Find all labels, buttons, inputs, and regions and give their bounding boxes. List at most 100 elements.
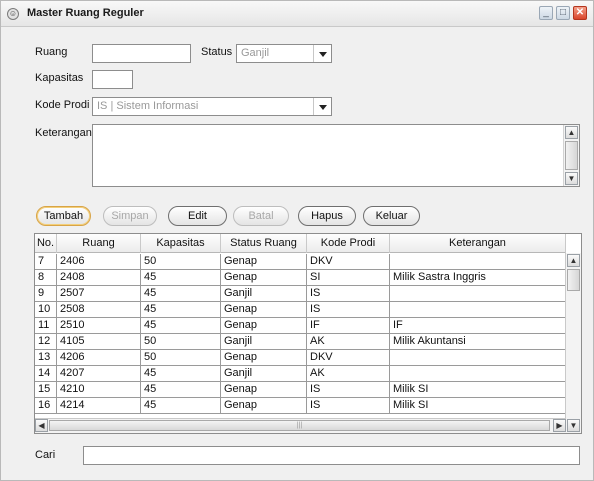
table-row[interactable]: 10 2508 45 Genap IS [35, 302, 566, 318]
table-cell: 15 [35, 382, 57, 398]
table-cell: 2507 [57, 286, 141, 302]
kode-prodi-select[interactable]: IS | Sistem Informasi [92, 97, 332, 116]
table-row[interactable]: 15 4210 45 Genap IS Milik SI [35, 382, 566, 398]
scroll-up-icon[interactable]: ▲ [565, 126, 578, 139]
table-cell: DKV [307, 254, 390, 270]
table-cell: Genap [221, 350, 307, 366]
table-cell: 12 [35, 334, 57, 350]
table-cell: 11 [35, 318, 57, 334]
maximize-icon[interactable]: □ [556, 6, 570, 20]
scroll-thumb[interactable] [567, 269, 580, 291]
table-row[interactable]: 13 4206 50 Genap DKV [35, 350, 566, 366]
table-cell: 45 [141, 398, 221, 414]
cari-label: Cari [35, 449, 56, 461]
table-row[interactable]: 7 2406 50 Genap DKV [35, 254, 566, 270]
keterangan-textarea[interactable]: ▲ ▼ [92, 124, 580, 187]
column-header[interactable]: Ruang [57, 234, 141, 253]
table-cell: 10 [35, 302, 57, 318]
table-cell: 50 [141, 334, 221, 350]
table-cell: Genap [221, 302, 307, 318]
hapus-button[interactable]: Hapus [298, 206, 356, 226]
title-bar: ☺ Master Ruang Reguler _ □ ✕ [1, 1, 593, 27]
scroll-left-icon[interactable]: ◀ [35, 419, 48, 432]
table-cell: Genap [221, 254, 307, 270]
window-title: Master Ruang Reguler [27, 7, 144, 19]
status-select[interactable]: Ganjil [236, 44, 332, 63]
tambah-button[interactable]: Tambah [36, 206, 91, 226]
keterangan-scrollbar[interactable]: ▲ ▼ [563, 125, 579, 186]
edit-button[interactable]: Edit [168, 206, 227, 226]
scroll-thumb[interactable] [565, 141, 578, 170]
table-horizontal-scrollbar[interactable]: ◀ ||| ▶ [35, 418, 566, 433]
table-cell: Genap [221, 270, 307, 286]
kapasitas-input[interactable] [92, 70, 133, 89]
column-header[interactable]: Kapasitas [141, 234, 221, 253]
table-cell: 7 [35, 254, 57, 270]
table-row[interactable]: 9 2507 45 Ganjil IS [35, 286, 566, 302]
table-cell: 50 [141, 350, 221, 366]
table-cell: 45 [141, 318, 221, 334]
table-cell: IF [307, 318, 390, 334]
table-cell: 45 [141, 286, 221, 302]
scroll-down-icon[interactable]: ▼ [567, 419, 580, 432]
status-label: Status [201, 46, 233, 58]
table-cell: Genap [221, 382, 307, 398]
table-row[interactable]: 8 2408 45 Genap SI Milik Sastra Inggris [35, 270, 566, 286]
table-cell: 9 [35, 286, 57, 302]
kapasitas-label: Kapasitas [35, 72, 84, 84]
kode-prodi-select-value: IS | Sistem Informasi [97, 100, 199, 112]
table-row[interactable]: 11 2510 45 Genap IF IF [35, 318, 566, 334]
chevron-down-icon[interactable] [313, 45, 331, 62]
table-vertical-scrollbar[interactable]: ▲ ▼ [565, 253, 581, 433]
keluar-button[interactable]: Keluar [363, 206, 420, 226]
table-cell: 2408 [57, 270, 141, 286]
table-cell: 4206 [57, 350, 141, 366]
table-cell: 16 [35, 398, 57, 414]
table-cell: Genap [221, 318, 307, 334]
table-cell: 13 [35, 350, 57, 366]
scroll-right-icon[interactable]: ▶ [553, 419, 566, 432]
cari-input[interactable] [83, 446, 580, 465]
column-header[interactable]: Keterangan [390, 234, 566, 253]
simpan-button[interactable]: Simpan [103, 206, 157, 226]
app-icon[interactable]: ☺ [7, 8, 19, 20]
table-cell: Milik Akuntansi [390, 334, 566, 350]
scroll-down-icon[interactable]: ▼ [565, 172, 578, 185]
column-header[interactable]: Status Ruang [221, 234, 307, 253]
table-cell: IS [307, 302, 390, 318]
batal-button[interactable]: Batal [233, 206, 289, 226]
table-cell: IS [307, 286, 390, 302]
table-cell: Ganjil [221, 334, 307, 350]
table-cell [390, 254, 566, 270]
table-cell: 2510 [57, 318, 141, 334]
table-row[interactable]: 16 4214 45 Genap IS Milik SI [35, 398, 566, 414]
table-cell: 4210 [57, 382, 141, 398]
ruang-table: No. Ruang Kapasitas Status Ruang Kode Prodi K… [34, 233, 582, 434]
table-cell: IF [390, 318, 566, 334]
table-cell: 4214 [57, 398, 141, 414]
ruang-input[interactable] [92, 44, 191, 63]
keterangan-label: Keterangan [35, 127, 92, 139]
table-cell: 50 [141, 254, 221, 270]
column-header[interactable]: No. [35, 234, 57, 253]
table-cell: 8 [35, 270, 57, 286]
table-cell: 14 [35, 366, 57, 382]
minimize-icon[interactable]: _ [539, 6, 553, 20]
table-cell: 45 [141, 270, 221, 286]
table-cell [390, 366, 566, 382]
status-select-value: Ganjil [241, 47, 270, 59]
table-cell: Genap [221, 398, 307, 414]
table-cell: Milik SI [390, 382, 566, 398]
scroll-up-icon[interactable]: ▲ [567, 254, 580, 267]
table-cell [390, 302, 566, 318]
scroll-thumb[interactable]: ||| [49, 420, 550, 431]
table-header: No. Ruang Kapasitas Status Ruang Kode Prodi K… [35, 234, 566, 253]
table-row[interactable]: 12 4105 50 Ganjil AK Milik Akuntansi [35, 334, 566, 350]
table-row[interactable]: 14 4207 45 Ganjil AK [35, 366, 566, 382]
table-cell: 45 [141, 382, 221, 398]
close-icon[interactable]: ✕ [573, 6, 587, 20]
table-cell: Ganjil [221, 366, 307, 382]
chevron-down-icon[interactable] [313, 98, 331, 115]
table-cell [390, 350, 566, 366]
column-header[interactable]: Kode Prodi [307, 234, 390, 253]
